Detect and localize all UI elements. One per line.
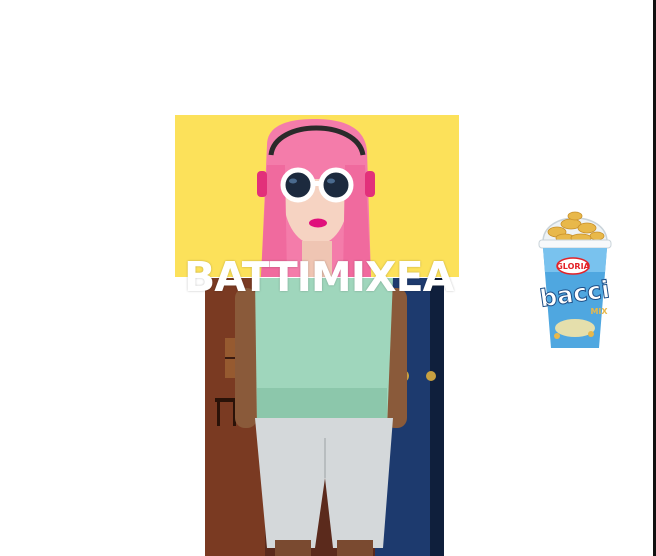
- product-brand-label: GLORIA: [556, 262, 590, 271]
- product-sub-label: MIX: [590, 307, 608, 316]
- product-cup-image: GLORIA bacci MIX: [533, 196, 617, 352]
- person-photo: [205, 278, 444, 556]
- product-cup-art: GLORIA bacci MIX: [538, 211, 612, 348]
- person-photo-art: [205, 278, 444, 556]
- headline-text: BATTIMIXEA: [184, 253, 454, 301]
